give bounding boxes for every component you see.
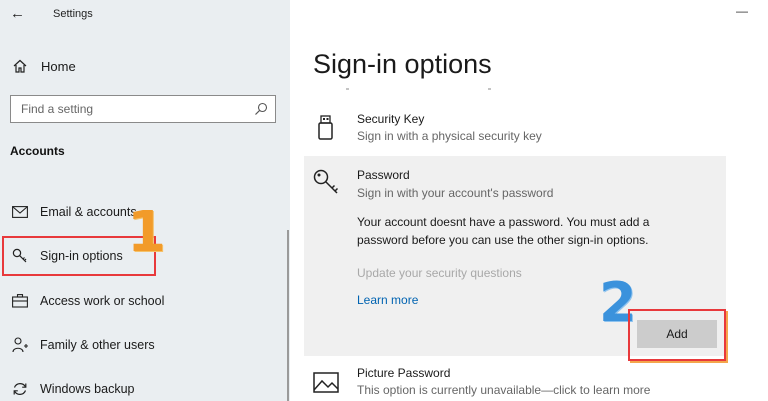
window-title: Settings <box>53 8 93 20</box>
option-title: Security Key <box>357 112 425 126</box>
briefcase-icon <box>11 292 29 310</box>
sidebar-item-label: Family & other users <box>40 338 155 352</box>
minimize-button[interactable]: — <box>736 4 748 18</box>
usb-key-icon <box>318 115 333 140</box>
main-content: — Sign-in options Security Key Sign in w… <box>290 0 768 401</box>
option-description: Sign in with a physical security key <box>357 129 542 143</box>
option-security-key[interactable]: Security Key Sign in with a physical sec… <box>304 112 726 152</box>
home-icon <box>13 59 27 73</box>
sidebar-item-access-work-school[interactable]: Access work or school <box>8 287 278 315</box>
sidebar-item-label: Windows backup <box>40 382 135 396</box>
search-box[interactable] <box>10 95 276 123</box>
picture-icon <box>313 372 339 393</box>
sidebar-item-family-users[interactable]: Family & other users <box>8 331 278 359</box>
title-bar: ← Settings <box>0 0 290 30</box>
add-button-highlight: Add <box>628 309 726 361</box>
sidebar-scrollbar[interactable] <box>287 230 289 401</box>
option-description: Sign in with your account's password <box>357 186 554 200</box>
option-description: This option is currently unavailable—cli… <box>357 383 651 397</box>
add-password-button[interactable]: Add <box>637 320 717 348</box>
option-title: Password <box>357 168 410 182</box>
page-title: Sign-in options <box>313 49 492 79</box>
option-title: Picture Password <box>357 366 451 380</box>
back-arrow-icon[interactable]: ← <box>10 4 30 24</box>
password-message: Your account doesnt have a password. You… <box>357 215 650 247</box>
learn-more-link[interactable]: Learn more <box>357 293 418 307</box>
key-icon <box>313 169 339 194</box>
step-1-annotation: 1 <box>127 200 166 265</box>
person-add-icon <box>11 336 29 354</box>
search-input[interactable] <box>21 100 241 118</box>
clipped-content-fragment <box>346 88 491 90</box>
option-picture-password[interactable]: Picture Password This option is currentl… <box>304 366 726 401</box>
home-label: Home <box>41 58 76 74</box>
sidebar-item-label: Sign-in options <box>40 249 123 263</box>
home-nav-item[interactable]: Home <box>12 55 272 77</box>
sidebar-item-label: Email & accounts <box>40 205 137 219</box>
update-security-questions-link[interactable]: Update your security questions <box>357 266 522 280</box>
sidebar: ← Settings Home Accounts Email & account… <box>0 0 290 401</box>
sync-icon <box>11 380 29 398</box>
mail-icon <box>11 203 29 221</box>
key-icon <box>11 247 29 265</box>
search-icon <box>255 102 268 115</box>
sidebar-item-windows-backup[interactable]: Windows backup <box>8 375 278 401</box>
option-password[interactable]: Password Sign in with your account's pas… <box>304 156 726 361</box>
sidebar-item-label: Access work or school <box>40 294 165 308</box>
section-heading-accounts: Accounts <box>10 144 65 158</box>
